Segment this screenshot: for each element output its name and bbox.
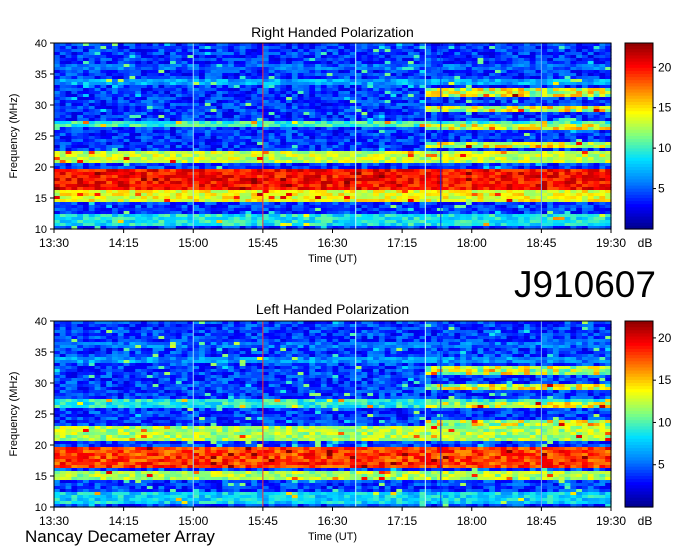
x-tick-label: 14:15: [109, 236, 139, 250]
x-axis-label: Time (UT): [308, 253, 357, 265]
x-tick-label: 17:15: [387, 236, 417, 250]
heatmap-cells: [54, 321, 612, 508]
x-tick-label: 19:30: [596, 236, 626, 250]
colorbar-tick-label: 20: [658, 331, 672, 345]
colorbar: 5 10 15 20 dB: [624, 320, 672, 528]
x-tick-label: 17:15: [387, 514, 417, 528]
y-axis-label: Frequency (MHz): [8, 94, 20, 179]
x-tick-label: 13:30: [39, 236, 69, 250]
chart-title: Right Handed Polarization: [251, 24, 414, 40]
y-tick-label: 20: [35, 162, 47, 174]
y-tick-label: 15: [35, 193, 47, 205]
x-tick-label: 14:15: [109, 514, 139, 528]
x-tick-label: 19:30: [596, 514, 626, 528]
y-tick-label: 25: [35, 409, 47, 421]
x-tick-label: 16:30: [317, 514, 347, 528]
y-tick-label: 10: [35, 502, 47, 514]
x-tick-label: 16:30: [317, 236, 347, 250]
x-tick-label: 15:45: [248, 236, 278, 250]
y-tick-label: 15: [35, 471, 47, 483]
y-tick-label: 25: [35, 131, 47, 143]
y-axis-label: Frequency (MHz): [8, 372, 20, 457]
chart-panel-right: Right Handed Polarization 10 15 20 25 30 35 40 F…: [8, 24, 672, 265]
chart-title: Left Handed Polarization: [256, 301, 409, 317]
x-tick-label: 15:00: [178, 514, 208, 528]
x-tick-label: 18:00: [457, 236, 487, 250]
colorbar-tick-label: 20: [658, 60, 672, 74]
chart-panel-left: Left Handed Polarization 10 15 20 25 30 35 40 Fr…: [8, 301, 672, 543]
colorbar-tick-label: 5: [658, 182, 665, 196]
instrument-name: Nancay Decameter Array: [25, 527, 215, 546]
observation-id: J910607: [514, 264, 656, 305]
y-tick-label: 40: [35, 38, 47, 50]
y-tick-label: 30: [35, 378, 47, 390]
x-tick-label: 13:30: [39, 514, 69, 528]
y-tick-label: 30: [35, 100, 47, 112]
x-tick-label: 18:45: [526, 236, 556, 250]
y-tick-label: 40: [35, 316, 47, 328]
colorbar-tick-label: 10: [658, 415, 672, 429]
colorbar-unit-label: dB: [638, 514, 653, 528]
y-tick-label: 35: [35, 347, 47, 359]
x-tick-label: 15:00: [178, 236, 208, 250]
colorbar-tick-label: 5: [658, 458, 665, 472]
colorbar: 5 10 15 20 dB: [624, 42, 672, 250]
y-tick-label: 10: [35, 224, 47, 236]
x-axis-label: Time (UT): [308, 531, 357, 543]
x-tick-label: 15:45: [248, 514, 278, 528]
x-tick-label: 18:00: [457, 514, 487, 528]
y-tick-label: 20: [35, 440, 47, 452]
heatmap-cells: [54, 43, 612, 230]
colorbar-tick-label: 15: [658, 101, 672, 115]
colorbar-unit-label: dB: [638, 236, 653, 250]
colorbar-tick-label: 15: [658, 373, 672, 387]
colorbar-tick-label: 10: [658, 141, 672, 155]
x-tick-label: 18:45: [526, 514, 556, 528]
y-tick-label: 35: [35, 69, 47, 81]
